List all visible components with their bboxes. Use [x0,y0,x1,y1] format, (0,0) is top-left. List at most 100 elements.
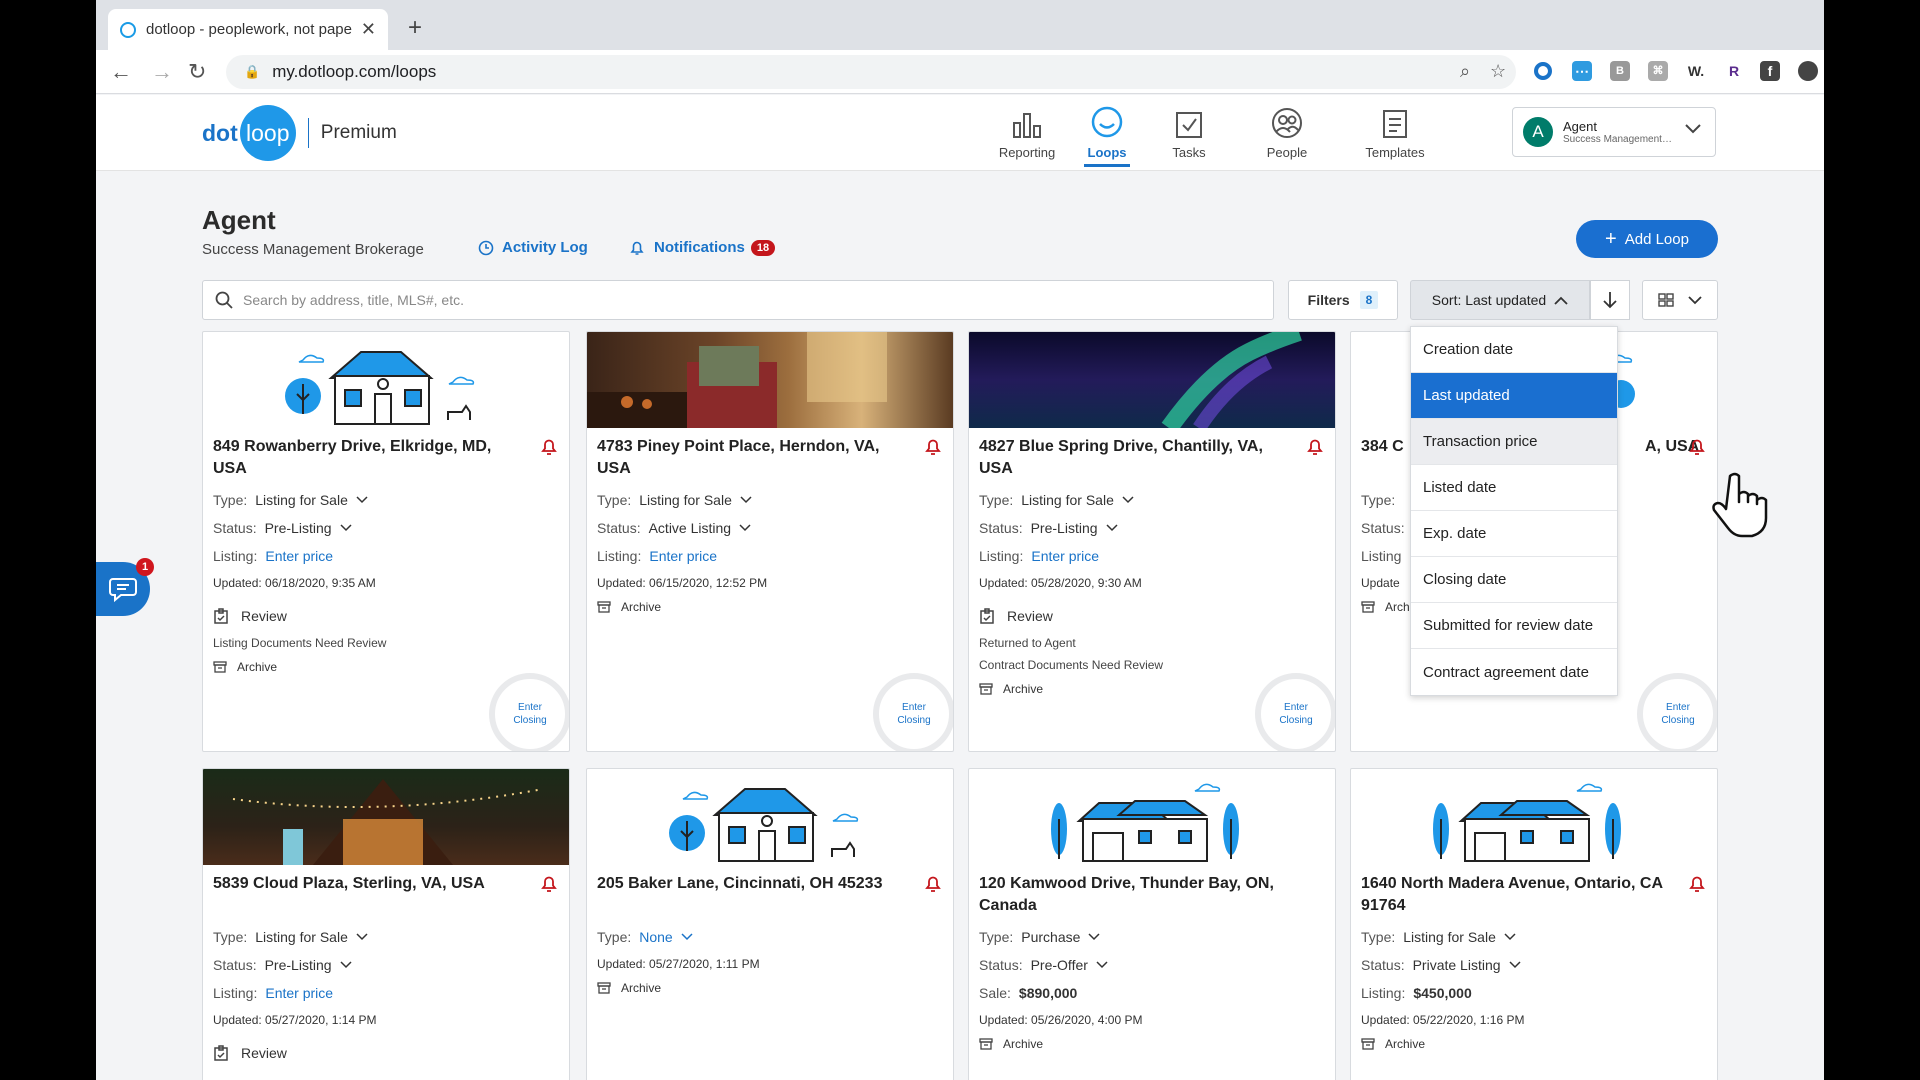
enter-closing-button[interactable]: Enter Closing [1255,673,1335,751]
sort-option-exp-date[interactable]: Exp. date [1411,511,1617,557]
nav-tasks[interactable]: Tasks [1144,99,1234,171]
enter-closing-button[interactable]: Enter Closing [1637,673,1717,751]
extension-b-icon[interactable]: B [1610,61,1630,81]
loop-address[interactable]: 849 Rowanberry Drive, Elkridge, MD, USA [213,436,559,480]
archive-button[interactable]: Archive [1361,1037,1707,1051]
loop-address[interactable]: 4827 Blue Spring Drive, Chantilly, VA, U… [979,436,1325,480]
loop-card[interactable]: 205 Baker Lane, Cincinnati, OH 45233 Typ… [586,768,954,1080]
loop-address[interactable]: 5839 Cloud Plaza, Sterling, VA, USA [213,873,559,917]
sort-option-last-updated[interactable]: Last updated [1411,373,1617,419]
account-switcher[interactable]: A Agent Success Management Brokerage [1512,107,1716,157]
extension-puzzle-icon[interactable]: ⌘ [1648,61,1668,81]
loop-status-row[interactable]: Status: Private Listing [1361,957,1707,973]
loop-type-row[interactable]: Type: Listing for Sale [213,929,559,945]
loop-type-row[interactable]: Type: Listing for Sale [1361,929,1707,945]
nav-loops[interactable]: Loops [1062,99,1152,171]
loop-status-row[interactable]: Status: Pre-Listing [979,520,1325,536]
review-button[interactable]: Review [213,1045,559,1061]
enter-price-link[interactable]: Enter price [1031,548,1099,564]
nav-reporting[interactable]: Reporting [982,99,1072,171]
enter-price-link[interactable]: Enter price [649,548,717,564]
loop-card[interactable]: 120 Kamwood Drive, Thunder Bay, ON, Cana… [968,768,1336,1080]
bell-icon[interactable] [1689,875,1705,893]
notifications-link[interactable]: Notifications 18 [630,239,776,256]
loop-type-row[interactable]: Type: Listing for Sale [597,492,943,508]
chat-widget-button[interactable]: 1 [96,558,154,616]
loop-card[interactable]: 4827 Blue Spring Drive, Chantilly, VA, U… [968,331,1336,752]
extension-r-icon[interactable]: R [1724,61,1744,81]
activity-log-link[interactable]: Activity Log [478,239,588,256]
loop-type-row[interactable]: Type: None [597,929,943,945]
loop-status-row[interactable]: Status: Active Listing [597,520,943,536]
archive-icon [979,683,993,695]
back-icon[interactable]: ← [110,59,132,85]
sort-option-transaction-price[interactable]: Transaction price [1411,419,1617,465]
sort-option-submitted-for-review-date[interactable]: Submitted for review date [1411,603,1617,649]
loop-type-row[interactable]: Type: Purchase [979,929,1325,945]
review-button[interactable]: Review [979,608,1325,624]
enter-closing-button[interactable]: Enter Closing [873,673,953,751]
loop-card[interactable]: 849 Rowanberry Drive, Elkridge, MD, USA … [202,331,570,752]
nav-templates[interactable]: Templates [1350,99,1440,171]
loop-card[interactable]: 1640 North Madera Avenue, Ontario, CA 91… [1350,768,1718,1080]
filters-button[interactable]: Filters 8 [1288,280,1398,320]
dotloop-logo[interactable]: dot loop Premium [202,105,397,161]
loop-status-row[interactable]: Status: Pre-Offer [979,957,1325,973]
loop-address[interactable]: 205 Baker Lane, Cincinnati, OH 45233 [597,873,943,917]
sort-button[interactable]: Sort: Last updated [1410,280,1590,320]
enter-price-link[interactable]: Enter price [265,548,333,564]
close-tab-icon[interactable]: ✕ [361,19,376,40]
archive-button[interactable]: Archive [597,600,943,614]
browser-tab[interactable]: dotloop - peoplework, not paperwork ✕ [108,9,388,50]
new-tab-icon[interactable]: + [408,14,422,42]
extension-chat-icon[interactable]: ⋯ [1572,61,1592,81]
zoom-icon[interactable]: ⌕ [1460,61,1470,82]
loop-card[interactable]: 5839 Cloud Plaza, Sterling, VA, USA Type… [202,768,570,1080]
bell-icon[interactable] [541,438,557,456]
extension-w-icon[interactable]: W. [1686,61,1706,81]
archive-button[interactable]: Archive [979,1037,1325,1051]
archive-button[interactable]: Archive [213,660,559,674]
loop-address[interactable]: 4783 Piney Point Place, Herndon, VA, USA [597,436,943,480]
enter-closing-button[interactable]: Enter Closing [489,673,569,751]
loop-card[interactable]: 4783 Piney Point Place, Herndon, VA, USA… [586,331,954,752]
archive-button[interactable]: Archive [597,981,943,995]
bell-icon[interactable] [925,875,941,893]
view-toggle-button[interactable] [1642,280,1718,320]
type-value: None [639,929,673,945]
loop-status-row[interactable]: Status: Pre-Listing [213,957,559,973]
price-value[interactable]: $450,000 [1413,985,1471,1001]
extension-f-icon[interactable]: f [1760,61,1780,81]
bookmark-star-icon[interactable]: ☆ [1490,61,1506,82]
loop-type-row[interactable]: Type: Listing for Sale [979,492,1325,508]
sort-option-closing-date[interactable]: Closing date [1411,557,1617,603]
loop-address[interactable]: 1640 North Madera Avenue, Ontario, CA 91… [1361,873,1707,917]
review-button[interactable]: Review [213,608,559,624]
loop-status-row[interactable]: Status: Pre-Listing [213,520,559,536]
bell-icon[interactable] [1689,438,1705,456]
price-value[interactable]: $890,000 [1019,985,1077,1001]
enter-price-link[interactable]: Enter price [265,985,333,1001]
sort-option-listed-date[interactable]: Listed date [1411,465,1617,511]
loop-address[interactable]: 120 Kamwood Drive, Thunder Bay, ON, Cana… [979,873,1325,917]
forward-icon[interactable]: → [151,59,173,85]
bell-icon[interactable] [925,438,941,456]
add-loop-button[interactable]: + Add Loop [1576,220,1718,258]
address-bar[interactable]: 🔒 my.dotloop.com/loops ⌕ ☆ [226,55,1516,89]
browser-toolbar: ← → ↻ 🔒 my.dotloop.com/loops ⌕ ☆ [96,50,1824,94]
bell-icon[interactable] [1307,438,1323,456]
archive-icon [979,1038,993,1050]
status-value: Pre-Listing [264,957,332,973]
bell-icon[interactable] [541,875,557,893]
loop-type-row[interactable]: Type: Listing for Sale [213,492,559,508]
nav-people[interactable]: People [1242,99,1332,171]
search-input[interactable] [243,292,1143,308]
profile-avatar[interactable] [1798,61,1818,81]
sort-direction-button[interactable] [1590,280,1630,320]
reload-icon[interactable]: ↻ [188,59,206,85]
sort-option-creation-date[interactable]: Creation date [1411,327,1617,373]
updated-timestamp: Updated: 05/28/2020, 9:30 AM [979,576,1142,590]
extension-circle-icon[interactable] [1534,62,1552,80]
status-value: Private Listing [1412,957,1501,973]
sort-option-contract-agreement-date[interactable]: Contract agreement date [1411,649,1617,695]
